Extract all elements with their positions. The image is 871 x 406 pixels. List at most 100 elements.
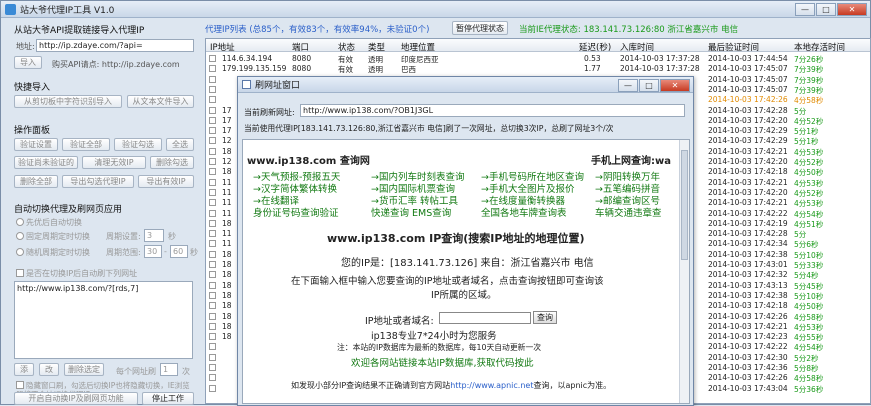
- row-checkbox[interactable]: [209, 199, 216, 207]
- verify-unverified-button[interactable]: 验证尚未验证的: [14, 156, 78, 169]
- row-checkbox[interactable]: [209, 158, 216, 165]
- pause-proxy-button[interactable]: 暂停代理状态: [452, 21, 508, 35]
- auto-refresh-checkbox[interactable]: 是否在切换IP后自动刷下列网址: [16, 268, 137, 279]
- row-checkbox[interactable]: [209, 333, 216, 341]
- col-added[interactable]: 入库时间: [620, 41, 654, 53]
- row-checkbox[interactable]: [209, 85, 216, 93]
- minimize-button[interactable]: —: [795, 3, 815, 16]
- export-valid-button[interactable]: 导出有效IP: [138, 175, 194, 188]
- row-checkbox[interactable]: [209, 281, 216, 289]
- edit-url-button[interactable]: 改: [39, 363, 59, 376]
- clipboard-import-button[interactable]: 从剪切板中字符识别导入: [14, 95, 122, 108]
- quick-link[interactable]: 快递查询 EMS查询: [371, 205, 451, 219]
- option-random-period[interactable]: 随机周期定时切换: [16, 247, 90, 258]
- row-checkbox[interactable]: [209, 65, 216, 73]
- row-checkbox[interactable]: [209, 302, 216, 310]
- delete-url-button[interactable]: 删除选定: [64, 363, 104, 376]
- col-alive[interactable]: 本地存活时间: [794, 41, 845, 53]
- col-location[interactable]: 地理位置: [401, 41, 435, 53]
- col-port[interactable]: 端口: [292, 41, 309, 53]
- col-checked[interactable]: 最后验证时间: [708, 41, 759, 53]
- api-address-input[interactable]: http://ip.zdaye.com/?api=: [36, 39, 194, 52]
- col-status[interactable]: 状态: [338, 41, 355, 53]
- row-checkbox[interactable]: [209, 364, 216, 371]
- col-type[interactable]: 类型: [368, 41, 385, 53]
- quick-link[interactable]: 全国各地车牌查询表: [481, 205, 567, 219]
- row-checkbox[interactable]: [209, 291, 216, 299]
- current-url-input[interactable]: http://www.ip138.com/?OB1J3GL: [300, 104, 685, 117]
- dialog-title: 刷网址窗口: [255, 81, 301, 91]
- range-to-input[interactable]: 60: [170, 245, 188, 258]
- per-url-count-input[interactable]: 1: [160, 363, 178, 376]
- cell-ip: 11: [222, 208, 232, 218]
- option-fail-switch[interactable]: 先优后自动切换: [16, 217, 82, 228]
- query-input[interactable]: [439, 312, 531, 324]
- row-checkbox[interactable]: [209, 353, 216, 361]
- left-panel: 从站大爷API提取链接导入代理IP 地址: http://ip.zdaye.co…: [4, 19, 199, 405]
- row-checkbox[interactable]: [209, 261, 216, 268]
- col-delay[interactable]: 延迟(秒): [579, 41, 611, 53]
- quick-link[interactable]: 身份证号码查询验证: [253, 205, 339, 219]
- range-from-input[interactable]: 30: [144, 245, 162, 258]
- clean-invalid-button[interactable]: 清理无效IP: [82, 156, 146, 169]
- option-fixed-period[interactable]: 固定周期定时切换: [16, 231, 90, 242]
- row-checkbox[interactable]: [209, 271, 216, 279]
- row-checkbox[interactable]: [209, 55, 216, 62]
- row-checkbox[interactable]: [209, 384, 216, 392]
- maximize-button[interactable]: □: [816, 3, 836, 16]
- row-checkbox[interactable]: [209, 127, 216, 135]
- cell-port: 8080: [292, 64, 312, 74]
- verify-selected-button[interactable]: 验证勾选: [114, 138, 162, 151]
- close-button[interactable]: ✕: [837, 3, 867, 16]
- quick-link[interactable]: 车辆交通违章查: [595, 205, 662, 219]
- delete-selected-button[interactable]: 删除勾选: [150, 156, 194, 169]
- row-checkbox[interactable]: [209, 230, 216, 238]
- query-button[interactable]: 查询: [533, 311, 557, 324]
- add-url-button[interactable]: 添: [14, 363, 34, 376]
- verify-all-button[interactable]: 验证全部: [62, 138, 110, 151]
- row-checkbox[interactable]: [209, 322, 216, 330]
- stop-work-button[interactable]: 停止工作: [142, 392, 194, 405]
- start-auto-button[interactable]: 开启自动换IP及刷网页功能: [14, 392, 138, 405]
- cell-checked: 2014-10-03 17:42:28: [708, 105, 788, 115]
- select-all-button[interactable]: 全选: [166, 138, 194, 151]
- apnic-link[interactable]: http://www.apnic.net: [450, 381, 533, 390]
- cell-checked: 2014-10-03 17:42:21: [708, 321, 788, 331]
- dialog-maximize-button[interactable]: □: [639, 79, 659, 92]
- row-checkbox[interactable]: [209, 188, 216, 196]
- row-checkbox[interactable]: [209, 250, 216, 258]
- row-checkbox[interactable]: [209, 106, 216, 114]
- row-checkbox[interactable]: [209, 168, 216, 176]
- dialog-close-button[interactable]: ✕: [660, 79, 690, 92]
- auto-section-title: 自动切换代理及刷网页应用: [14, 205, 123, 215]
- row-checkbox[interactable]: [209, 75, 216, 83]
- row-checkbox[interactable]: [209, 240, 216, 248]
- row-checkbox[interactable]: [209, 374, 216, 382]
- refresh-url-textarea[interactable]: http://www.ip138.com/?[rds,7]: [14, 281, 193, 359]
- verify-settings-button[interactable]: 验证设置: [14, 138, 58, 151]
- row-checkbox[interactable]: [209, 137, 216, 145]
- buy-api-link[interactable]: 购买API请点: http://ip.zdaye.com: [52, 59, 180, 70]
- export-selected-button[interactable]: 导出勾选代理IP: [62, 175, 134, 188]
- row-checkbox[interactable]: [209, 147, 216, 155]
- import-button[interactable]: 导入: [14, 56, 42, 69]
- row-checkbox[interactable]: [209, 178, 216, 186]
- row-checkbox[interactable]: [209, 209, 216, 217]
- row-checkbox[interactable]: [209, 343, 216, 351]
- text-file-import-button[interactable]: 从文本文件导入: [127, 95, 194, 108]
- row-checkbox[interactable]: [209, 312, 216, 320]
- scrollbar-thumb[interactable]: [681, 150, 688, 260]
- row-checkbox[interactable]: [209, 219, 216, 227]
- row-checkbox[interactable]: [209, 116, 216, 124]
- delete-all-button[interactable]: 删除全部: [14, 175, 58, 188]
- period-input[interactable]: 3: [144, 229, 164, 242]
- dialog-minimize-button[interactable]: —: [618, 79, 638, 92]
- welcome-link[interactable]: 欢迎各网站链接本站IP数据库,获取代码按此: [351, 355, 534, 369]
- cell-ip: 18: [222, 301, 232, 311]
- cell-ip: 18: [222, 218, 232, 228]
- col-ip[interactable]: IP地址: [210, 41, 235, 53]
- browser-scrollbar[interactable]: [679, 140, 689, 403]
- footer-note: 如发现小部分IP查询结果不正确请到官方网站http://www.apnic.ne…: [291, 380, 611, 391]
- row-checkbox[interactable]: [209, 96, 216, 104]
- radio-icon: [16, 232, 24, 240]
